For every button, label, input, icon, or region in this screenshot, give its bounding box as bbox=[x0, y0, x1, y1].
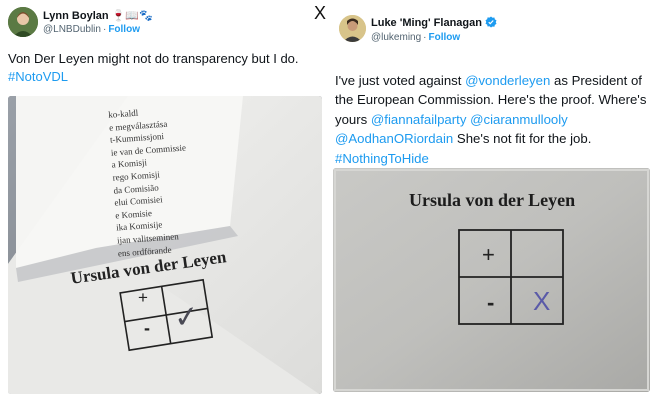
tweet-text-segment: She's not fit for the job. bbox=[456, 131, 592, 147]
tweet-photo-ballot-paper[interactable]: Ursula von der Leyen + - X bbox=[333, 168, 650, 392]
tweet-right: Luke 'Ming' Flanagan @lukeming · Follow I'… bbox=[329, 0, 650, 400]
handle-row: @LNBDublin · Follow bbox=[43, 24, 140, 35]
close-icon[interactable]: X bbox=[314, 3, 326, 24]
author-handle[interactable]: @lukeming bbox=[371, 32, 421, 43]
ballot-back-sheet-text: ko-kaldl e megválasztása t-Kummissjoni i… bbox=[108, 104, 194, 260]
ballot-x-mark: X bbox=[533, 286, 551, 316]
tweet-text: I've just voted against @vonderleyen as … bbox=[335, 71, 650, 168]
ballot-grid-right bbox=[458, 229, 564, 325]
handle-row: @lukeming · Follow bbox=[371, 32, 460, 43]
author-name-text: Luke 'Ming' Flanagan bbox=[371, 17, 482, 29]
follow-button[interactable]: Follow bbox=[108, 24, 140, 35]
verified-badge-icon bbox=[485, 16, 497, 28]
author-name-text: Lynn Boylan bbox=[43, 10, 109, 22]
hashtag-link[interactable]: #NothingToHide bbox=[335, 151, 429, 166]
tweet-text: Von Der Leyen might not do transparency … bbox=[8, 50, 323, 86]
avatar-lynn-boylan[interactable] bbox=[8, 7, 38, 37]
author-name[interactable]: Luke 'Ming' Flanagan bbox=[371, 16, 497, 29]
ballot-minus-label: - bbox=[144, 318, 150, 338]
tweet-photo-ballot-paper[interactable]: ko-kaldl e megválasztása t-Kummissjoni i… bbox=[8, 96, 322, 394]
mention-link[interactable]: @ciaranmullooly bbox=[470, 112, 568, 127]
author-handle[interactable]: @LNBDublin bbox=[43, 24, 101, 35]
separator-dot: · bbox=[423, 32, 427, 43]
ballot-candidate-name: Ursula von der Leyen bbox=[409, 190, 576, 210]
ballot-grid-left bbox=[119, 278, 214, 352]
hashtag-link[interactable]: #NotoVDL bbox=[8, 69, 68, 84]
avatar-luke-flanagan[interactable] bbox=[339, 15, 366, 42]
ballot-checkmark: ✓ bbox=[172, 299, 201, 336]
ballot-plus-label: + bbox=[482, 242, 495, 267]
mention-link[interactable]: @fiannafailparty bbox=[371, 112, 467, 127]
ballot-plus-label: + bbox=[138, 288, 148, 307]
name-emoji: 🍷📖🐾 bbox=[111, 10, 153, 22]
mention-link[interactable]: @vonderleyen bbox=[465, 73, 550, 88]
mention-link[interactable]: @AodhanORiordain bbox=[335, 131, 453, 146]
author-name[interactable]: Lynn Boylan 🍷📖🐾 bbox=[43, 9, 153, 22]
follow-button[interactable]: Follow bbox=[429, 32, 461, 43]
tweet-text-line: Von Der Leyen might not do transparency … bbox=[8, 51, 299, 66]
tweet-left: Lynn Boylan 🍷📖🐾 @LNBDublin · Follow Von De… bbox=[0, 0, 325, 400]
tweet-text-segment: I've just voted against bbox=[335, 73, 466, 88]
ballot-minus-label: - bbox=[487, 290, 495, 315]
separator-dot: · bbox=[102, 24, 107, 35]
